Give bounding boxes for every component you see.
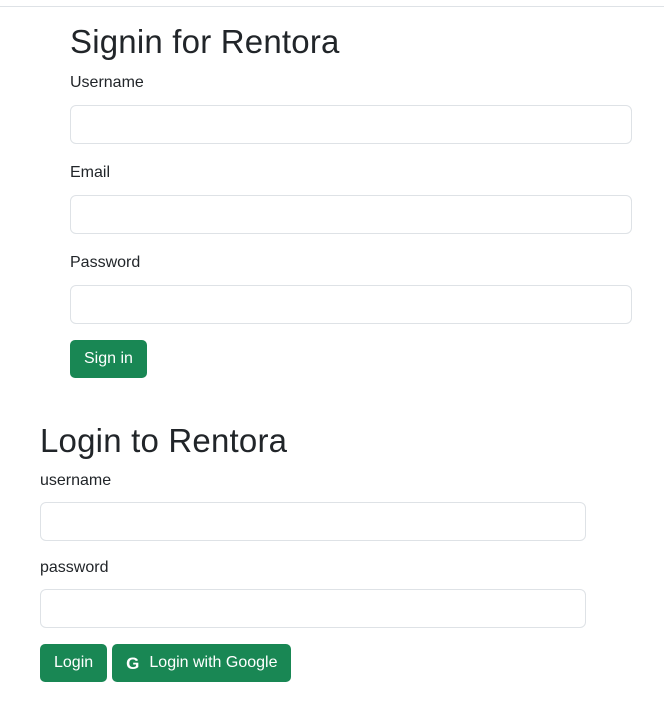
signin-email-label: Email — [70, 164, 111, 181]
signin-email-input[interactable] — [70, 195, 632, 234]
login-title: Login to Rentora — [40, 422, 288, 459]
signin-username-input[interactable] — [70, 105, 632, 144]
login-form: Login to Rentora username password Login… — [40, 421, 586, 682]
login-username-label: username — [40, 472, 112, 489]
signin-username-label: Username — [70, 74, 144, 91]
signin-password-input[interactable] — [70, 285, 632, 324]
login-button[interactable]: Login — [40, 644, 108, 682]
top-divider — [0, 6, 664, 7]
sign-in-button[interactable]: Sign in — [70, 340, 147, 378]
login-button-row: Login G Login with Google — [40, 644, 586, 682]
google-icon: G — [126, 653, 140, 673]
signin-title: Signin for Rentora — [70, 23, 340, 60]
login-with-google-button[interactable]: G Login with Google — [112, 644, 292, 682]
login-password-input[interactable] — [40, 589, 586, 628]
signin-password-label: Password — [70, 254, 141, 271]
login-username-input[interactable] — [40, 502, 586, 541]
signin-form: Signin for Rentora Username Email Passwo… — [70, 22, 632, 378]
login-with-google-label: Login with Google — [149, 654, 278, 671]
login-password-label: password — [40, 559, 109, 576]
